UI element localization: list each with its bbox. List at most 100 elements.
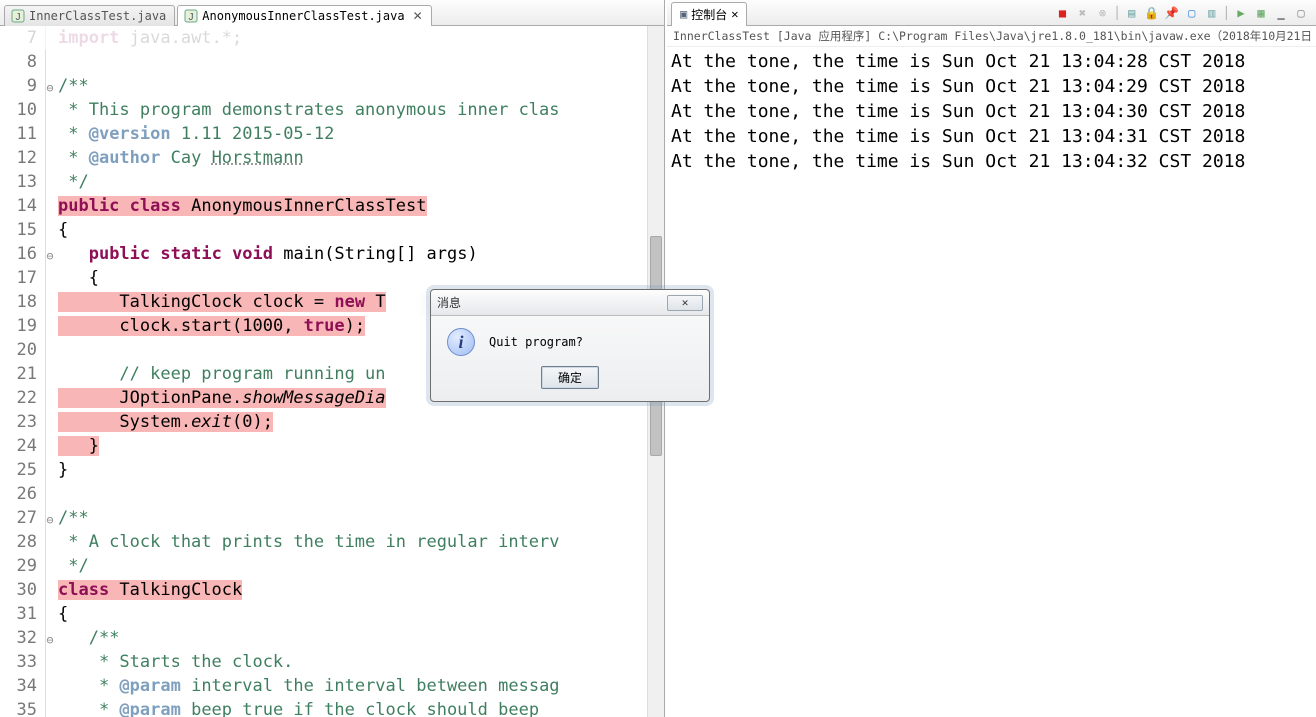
line-number: 23 (0, 410, 46, 434)
fold-icon[interactable]: ⊖ (46, 242, 54, 266)
terminate-all-icon[interactable]: ✖ (1074, 4, 1092, 22)
code-line[interactable]: 35 * @param beep true if the clock shoul… (0, 698, 664, 717)
fold-icon (46, 194, 54, 218)
fold-icon (46, 410, 54, 434)
pin-console-icon[interactable]: 📌 (1163, 4, 1181, 22)
console-line: At the tone, the time is Sun Oct 21 13:0… (671, 124, 1312, 149)
console-pane: ▣ 控制台 ✕ ■✖⊗│▤🔒📌▢▥│▶▦▁▢ InnerClassTest [J… (667, 0, 1316, 717)
fold-icon (46, 650, 54, 674)
dialog-title: 消息 (437, 294, 461, 311)
fold-icon (46, 122, 54, 146)
code-content: * @author Cay Horstmann (54, 146, 664, 170)
console-output[interactable]: At the tone, the time is Sun Oct 21 13:0… (667, 47, 1316, 176)
word-wrap-icon[interactable]: ▢ (1183, 4, 1201, 22)
close-icon[interactable]: ✕ (731, 7, 738, 21)
editor-tab[interactable]: JAnonymousInnerClassTest.java✕ (177, 5, 431, 26)
code-line[interactable]: 24 } (0, 434, 664, 458)
dialog-message: Quit program? (489, 335, 583, 349)
code-content: class TalkingClock (54, 578, 664, 602)
code-content: /** (54, 74, 664, 98)
code-line[interactable]: 33 * Starts the clock. (0, 650, 664, 674)
code-line[interactable]: 28 * A clock that prints the time in reg… (0, 530, 664, 554)
code-line[interactable]: 30class TalkingClock (0, 578, 664, 602)
line-number: 34 (0, 674, 46, 698)
line-number: 10 (0, 98, 46, 122)
java-file-icon: J (11, 9, 25, 23)
code-line[interactable]: 31{ (0, 602, 664, 626)
line-number: 27 (0, 506, 46, 530)
remove-launch-icon[interactable]: ⊗ (1094, 4, 1112, 22)
line-number: 8 (0, 50, 46, 74)
scroll-lock-icon[interactable]: 🔒 (1143, 4, 1161, 22)
dialog-close-button[interactable]: ✕ (667, 295, 703, 311)
line-number: 25 (0, 458, 46, 482)
code-line[interactable]: 23 System.exit(0); (0, 410, 664, 434)
fold-icon (46, 698, 54, 717)
code-line[interactable]: 7import java.awt.*; (0, 26, 664, 50)
toolbar-separator: │ (1223, 6, 1230, 20)
code-content: /** (54, 626, 664, 650)
message-dialog: 消息 ✕ i Quit program? 确定 (430, 289, 710, 402)
fold-icon (46, 674, 54, 698)
code-line[interactable]: 34 * @param interval the interval betwee… (0, 674, 664, 698)
code-line[interactable]: 11 * @version 1.11 2015-05-12 (0, 122, 664, 146)
editor-tab[interactable]: JInnerClassTest.java (4, 5, 175, 26)
line-number: 28 (0, 530, 46, 554)
console-tab[interactable]: ▣ 控制台 ✕ (671, 2, 747, 26)
fold-icon (46, 458, 54, 482)
terminate-icon[interactable]: ■ (1054, 4, 1072, 22)
line-number: 16 (0, 242, 46, 266)
show-console-icon[interactable]: ▥ (1203, 4, 1221, 22)
code-line[interactable]: 16⊖ public static void main(String[] arg… (0, 242, 664, 266)
code-line[interactable]: 32⊖ /** (0, 626, 664, 650)
fold-icon[interactable]: ⊖ (46, 74, 54, 98)
fold-icon[interactable]: ⊖ (46, 506, 54, 530)
code-line[interactable]: 26 (0, 482, 664, 506)
code-line[interactable]: 12 * @author Cay Horstmann (0, 146, 664, 170)
fold-icon[interactable]: ⊖ (46, 626, 54, 650)
java-file-icon: J (184, 9, 198, 23)
line-number: 11 (0, 122, 46, 146)
clear-console-icon[interactable]: ▤ (1123, 4, 1141, 22)
code-content: */ (54, 554, 664, 578)
code-content: * @param beep true if the clock should b… (54, 698, 664, 717)
fold-icon (46, 530, 54, 554)
code-content: { (54, 218, 664, 242)
fold-icon (46, 482, 54, 506)
fold-icon (46, 266, 54, 290)
code-line[interactable]: 10 * This program demonstrates anonymous… (0, 98, 664, 122)
code-line[interactable]: 27⊖/** (0, 506, 664, 530)
code-line[interactable]: 14public class AnonymousInnerClassTest (0, 194, 664, 218)
open-console-icon[interactable]: ▦ (1252, 4, 1270, 22)
code-content: { (54, 602, 664, 626)
code-line[interactable]: 9⊖/** (0, 74, 664, 98)
fold-icon (46, 338, 54, 362)
code-content: * @version 1.11 2015-05-12 (54, 122, 664, 146)
console-line: At the tone, the time is Sun Oct 21 13:0… (671, 99, 1312, 124)
code-line[interactable]: 17 { (0, 266, 664, 290)
svg-text:J: J (189, 12, 194, 23)
code-line[interactable]: 13 */ (0, 170, 664, 194)
code-content: public static void main(String[] args) (54, 242, 664, 266)
dialog-titlebar[interactable]: 消息 ✕ (431, 290, 709, 316)
editor-tabs: JInnerClassTest.javaJAnonymousInnerClass… (0, 0, 664, 26)
max-icon[interactable]: ▢ (1292, 4, 1310, 22)
fold-icon (46, 290, 54, 314)
code-line[interactable]: 15{ (0, 218, 664, 242)
code-line[interactable]: 8 (0, 50, 664, 74)
code-line[interactable]: 29 */ (0, 554, 664, 578)
code-content: * Starts the clock. (54, 650, 664, 674)
code-line[interactable]: 25} (0, 458, 664, 482)
code-content: import java.awt.*; (54, 26, 664, 50)
code-content: } (54, 458, 664, 482)
code-content (54, 50, 664, 74)
dialog-ok-button[interactable]: 确定 (541, 366, 599, 389)
fold-icon (46, 386, 54, 410)
min-icon[interactable]: ▁ (1272, 4, 1290, 22)
close-icon[interactable]: ✕ (413, 9, 423, 23)
code-content: } (54, 434, 664, 458)
line-number: 13 (0, 170, 46, 194)
display-selected-icon[interactable]: ▶ (1232, 4, 1250, 22)
line-number: 14 (0, 194, 46, 218)
line-number: 21 (0, 362, 46, 386)
